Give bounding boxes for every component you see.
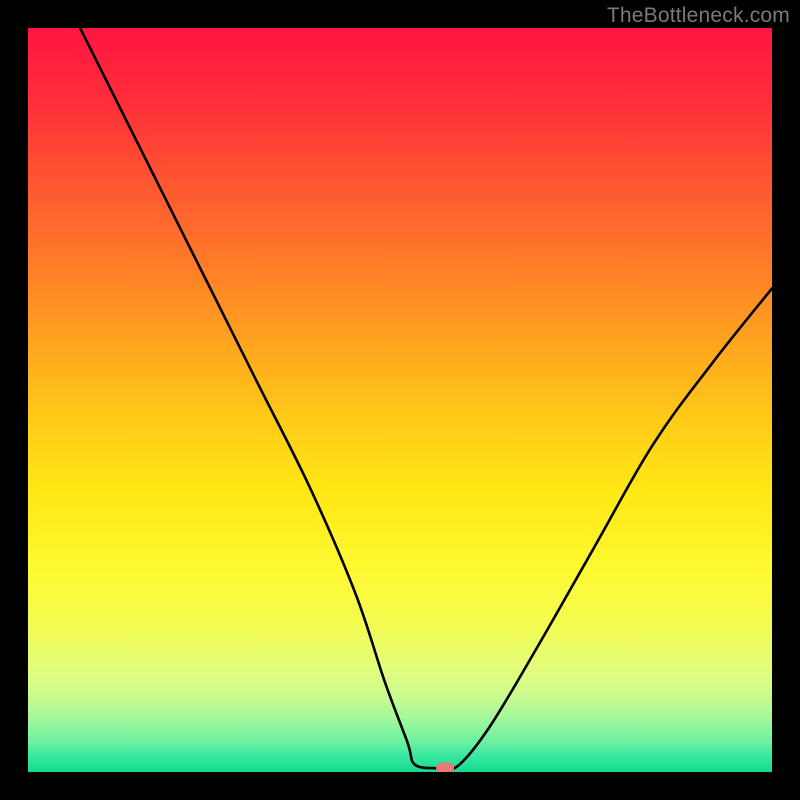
optimum-marker xyxy=(436,763,454,772)
watermark-text: TheBottleneck.com xyxy=(607,4,790,28)
chart-frame: TheBottleneck.com xyxy=(0,0,800,800)
plot-area xyxy=(28,28,772,772)
curve-path xyxy=(80,28,772,769)
bottleneck-curve xyxy=(28,28,772,772)
